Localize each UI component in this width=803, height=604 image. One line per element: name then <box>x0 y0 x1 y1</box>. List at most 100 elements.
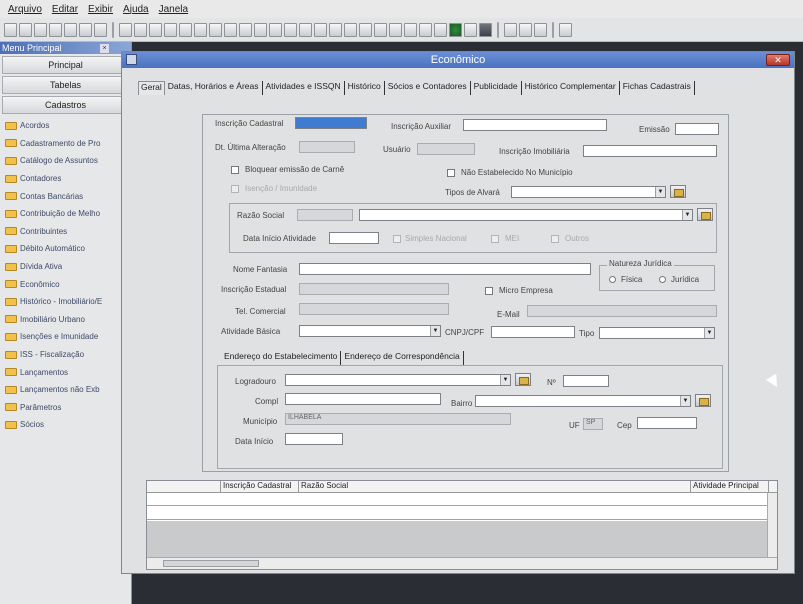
sidebar-item[interactable]: Sócios <box>0 416 131 434</box>
print-icon[interactable] <box>49 22 62 37</box>
tab-fichas[interactable]: Fichas Cadastrais <box>620 81 695 95</box>
tabelas-button[interactable]: Tabelas <box>2 76 129 94</box>
fisica-radio[interactable] <box>609 276 616 283</box>
table-icon[interactable] <box>239 22 252 37</box>
tab-socios[interactable]: Sócios e Contadores <box>385 81 471 95</box>
folder-open-icon[interactable] <box>670 185 686 198</box>
emissao-field[interactable] <box>675 123 719 135</box>
menu-arquivo[interactable]: Arquivo <box>8 4 42 15</box>
tab-atividades[interactable]: Atividades e ISSQN <box>263 81 345 95</box>
inscricao-auxiliar-field[interactable] <box>463 119 607 131</box>
inscricao-imobiliaria-field[interactable] <box>583 145 717 157</box>
cut-icon[interactable] <box>504 22 517 37</box>
scroll-thumb[interactable] <box>163 560 259 567</box>
form5-icon[interactable] <box>374 22 387 37</box>
sidebar-item[interactable]: Contribuintes <box>0 223 131 241</box>
cadastros-button[interactable]: Cadastros <box>2 96 129 114</box>
grid-col-inscricao-cadastral[interactable]: Inscrição Cadastral <box>221 481 299 493</box>
window-icon[interactable] <box>254 22 267 37</box>
book-icon[interactable] <box>194 22 207 37</box>
filter-icon[interactable] <box>299 22 312 37</box>
data-inicio-field[interactable] <box>285 433 343 445</box>
help-icon[interactable] <box>464 22 477 37</box>
form7-icon[interactable] <box>404 22 417 37</box>
cep-field[interactable] <box>637 417 697 429</box>
copy-icon[interactable] <box>79 22 92 37</box>
sidebar-item[interactable]: Isenções e Imunidade <box>0 328 131 346</box>
cnpj-cpf-field[interactable] <box>491 326 575 338</box>
delete-icon[interactable] <box>34 22 47 37</box>
sidebar-item[interactable]: Lançamentos não Exb <box>0 381 131 399</box>
chart-icon[interactable] <box>179 22 192 37</box>
bairro-select[interactable]: ▼ <box>475 395 691 407</box>
sidebar-item[interactable]: Econômico <box>0 275 131 293</box>
sidebar-item[interactable]: Catálogo de Assuntos <box>0 152 131 170</box>
grid-col-atividade-principal[interactable]: Atividade Principal <box>691 481 769 493</box>
form6-icon[interactable] <box>389 22 402 37</box>
menu-janela[interactable]: Janela <box>159 4 188 15</box>
sidebar-item[interactable]: Histórico - Imobiliário/E <box>0 293 131 311</box>
table-row[interactable] <box>147 493 777 506</box>
close-button[interactable]: ✕ <box>766 54 790 66</box>
inscricao-cadastral-field[interactable] <box>295 117 367 129</box>
sidebar-item[interactable]: Contribuição de Melho <box>0 205 131 223</box>
sidebar-item[interactable]: Contas Bancárias <box>0 187 131 205</box>
tab-historico[interactable]: Histórico <box>345 81 385 95</box>
exit-icon[interactable] <box>94 22 107 37</box>
sidebar-item[interactable]: Cadastramento de Pro <box>0 135 131 153</box>
users-icon[interactable] <box>434 22 447 37</box>
new-icon[interactable] <box>4 22 17 37</box>
razao-social-select[interactable]: ▼ <box>359 209 693 221</box>
chevron-down-icon[interactable]: ▼ <box>682 210 692 220</box>
clipboard2-icon[interactable] <box>534 22 547 37</box>
vertical-scrollbar[interactable] <box>767 493 777 559</box>
numero-field[interactable] <box>563 375 609 387</box>
form3-icon[interactable] <box>344 22 357 37</box>
form4-icon[interactable] <box>359 22 372 37</box>
form-icon[interactable] <box>224 22 237 37</box>
settings-icon[interactable] <box>559 22 572 37</box>
menu-editar[interactable]: Editar <box>52 4 78 15</box>
chevron-down-icon[interactable]: ▼ <box>500 375 510 385</box>
tipos-alvara-select[interactable]: ▼ <box>511 186 666 198</box>
horizontal-scrollbar[interactable] <box>147 557 777 569</box>
folder-open-icon[interactable] <box>697 208 713 221</box>
sidebar-item[interactable]: ISS - Fiscalização <box>0 346 131 364</box>
window-icon[interactable] <box>126 54 137 65</box>
chevron-down-icon[interactable]: ▼ <box>704 328 714 338</box>
tab-historico-complementar[interactable]: Histórico Complementar <box>522 81 620 95</box>
atividade-basica-select[interactable]: ▼ <box>299 325 441 337</box>
tab-endereco-correspondencia[interactable]: Endereço de Correspondência <box>341 351 464 365</box>
document-icon[interactable] <box>269 22 282 37</box>
bloquear-carne-checkbox[interactable] <box>231 166 239 174</box>
tab-geral[interactable]: Geral <box>138 81 165 95</box>
form2-icon[interactable] <box>329 22 342 37</box>
paste-icon[interactable] <box>519 22 532 37</box>
chevron-down-icon[interactable]: ▼ <box>430 326 440 336</box>
sidebar-item[interactable]: Contadores <box>0 170 131 188</box>
micro-empresa-checkbox[interactable] <box>485 287 493 295</box>
table-row[interactable] <box>147 507 777 520</box>
save-icon[interactable] <box>19 22 32 37</box>
nao-estabelecido-checkbox[interactable] <box>447 169 455 177</box>
folder-open-icon[interactable] <box>515 373 531 386</box>
tipo-select[interactable]: ▼ <box>599 327 715 339</box>
menu-ajuda[interactable]: Ajuda <box>123 4 149 15</box>
principal-button[interactable]: Principal <box>2 56 129 74</box>
monitor-icon[interactable] <box>479 22 492 37</box>
chevron-down-icon[interactable]: ▼ <box>680 396 690 406</box>
sidebar-item[interactable]: Dívida Ativa <box>0 258 131 276</box>
compl-field[interactable] <box>285 393 441 405</box>
clipboard-icon[interactable] <box>419 22 432 37</box>
find-icon[interactable] <box>64 22 77 37</box>
grid-col-razao-social[interactable]: Razão Social <box>299 481 691 493</box>
sidebar-item[interactable]: Lançamentos <box>0 363 131 381</box>
link-icon[interactable] <box>209 22 222 37</box>
grid-icon[interactable] <box>134 22 147 37</box>
sidebar-item[interactable]: Imobiliário Urbano <box>0 311 131 329</box>
juridica-radio[interactable] <box>659 276 666 283</box>
sidebar-item[interactable]: Parâmetros <box>0 399 131 417</box>
data-inicio-atividade-field[interactable] <box>329 232 379 244</box>
tab-publicidade[interactable]: Publicidade <box>471 81 522 95</box>
nome-fantasia-field[interactable] <box>299 263 591 275</box>
